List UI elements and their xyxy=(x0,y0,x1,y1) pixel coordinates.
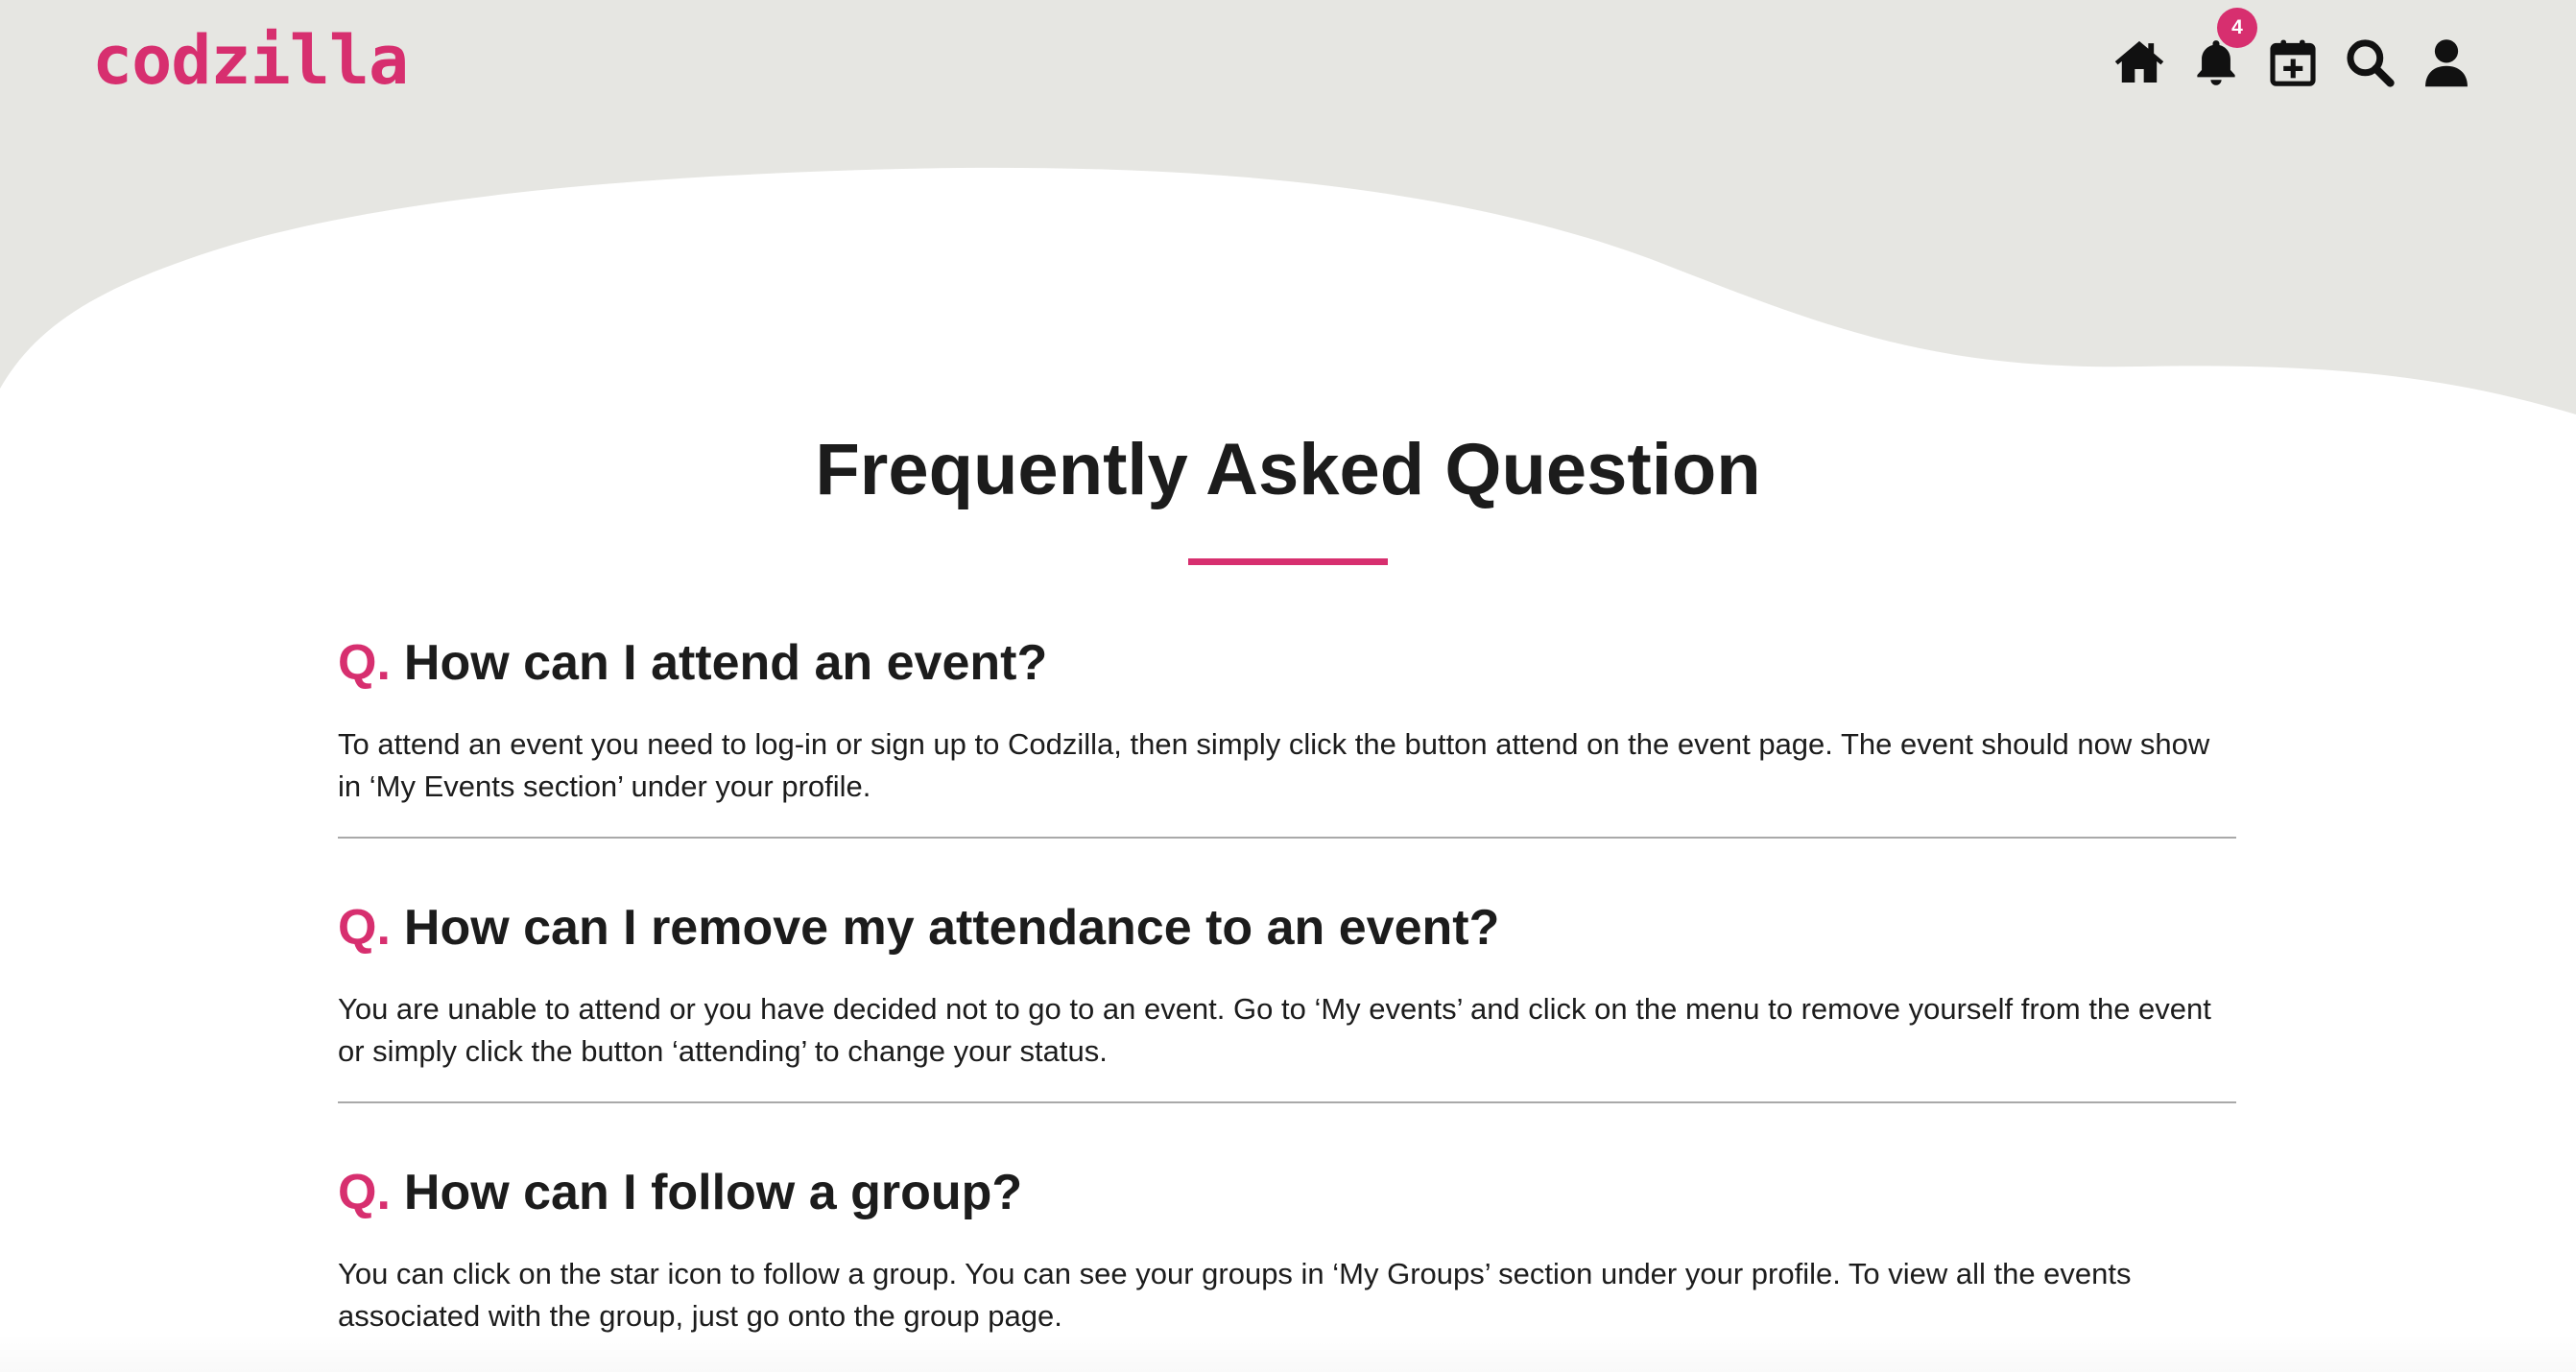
faq-answer: You are unable to attend or you have dec… xyxy=(338,992,2211,1068)
notification-count-badge: 4 xyxy=(2217,8,2257,48)
faq-divider xyxy=(338,837,2236,839)
home-icon xyxy=(2114,40,2164,83)
faq-page: codzilla 4 Frequently Asked Question Q. … xyxy=(0,0,2576,1372)
faq-answer: To attend an event you need to log-in or… xyxy=(338,727,2210,803)
question-prefix: Q. xyxy=(338,1165,391,1220)
top-nav: 4 xyxy=(2090,8,2474,90)
codzilla-logo[interactable]: codzilla xyxy=(92,21,409,100)
question-text: How can I follow a group? xyxy=(403,1165,1023,1220)
search-icon xyxy=(2347,39,2395,87)
user-icon xyxy=(2425,39,2468,87)
create-event-button[interactable] xyxy=(2265,35,2321,90)
home-button[interactable] xyxy=(2111,35,2167,90)
page-title: Frequently Asked Question xyxy=(815,429,1761,510)
faq-item: Q. How can I attend an event? To attend … xyxy=(338,629,2236,839)
faq-item: Q. How can I remove my attendance to an … xyxy=(338,894,2236,1103)
question-prefix: Q. xyxy=(338,635,391,691)
question-prefix: Q. xyxy=(338,900,391,956)
faq-question: Q. How can I attend an event? xyxy=(338,629,2236,697)
faq-answer: You can click on the star icon to follow… xyxy=(338,1257,2132,1333)
faq-question: Q. How can I follow a group? xyxy=(338,1159,2236,1226)
calendar-plus-icon xyxy=(2270,39,2316,86)
title-underline xyxy=(1188,558,1388,565)
faq-list: Q. How can I attend an event? To attend … xyxy=(338,629,2236,1337)
faq-question: Q. How can I remove my attendance to an … xyxy=(338,894,2236,961)
question-text: How can I attend an event? xyxy=(403,635,1048,691)
profile-button[interactable] xyxy=(2419,35,2474,90)
faq-item: Q. How can I follow a group? You can cli… xyxy=(338,1159,2236,1337)
faq-divider xyxy=(338,1101,2236,1103)
search-button[interactable] xyxy=(2342,35,2397,90)
question-text: How can I remove my attendance to an eve… xyxy=(403,900,1500,956)
bottom-edge-shadow xyxy=(0,1334,2576,1372)
notifications-button[interactable]: 4 xyxy=(2188,8,2257,90)
